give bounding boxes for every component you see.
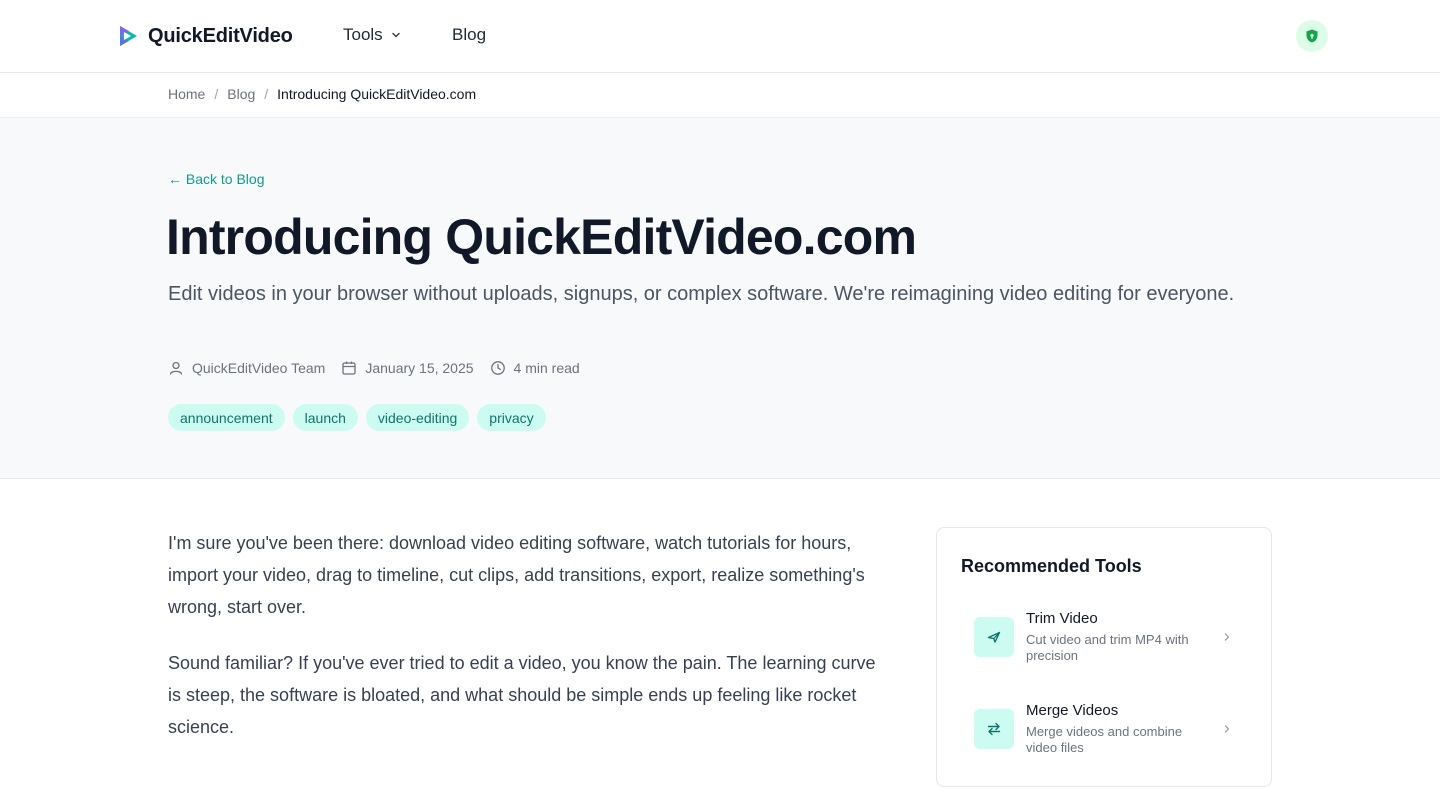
- tool-text: Merge Videos Merge videos and combine vi…: [1026, 701, 1216, 756]
- scissors-icon: [987, 631, 1001, 643]
- tool-description: Merge videos and combine video files: [1026, 724, 1183, 755]
- tool-description: Cut video and trim MP4 with precision: [1026, 632, 1189, 663]
- breadcrumb-current: Introducing QuickEditVideo.com: [277, 86, 477, 102]
- nav-blog-link[interactable]: Blog: [452, 25, 486, 45]
- nav-tools-menu[interactable]: Tools: [343, 25, 403, 45]
- tag-video-editing[interactable]: video-editing: [365, 404, 470, 431]
- page-title: Introducing QuickEditVideo.com: [166, 209, 917, 265]
- tool-trim-video[interactable]: Trim Video Cut video and trim MP4 with p…: [961, 610, 1249, 697]
- tool-icon-box: [974, 709, 1014, 749]
- tag-launch[interactable]: launch: [292, 404, 358, 431]
- article-paragraph: I'm sure you've been there: download vid…: [168, 533, 865, 617]
- breadcrumb-blog[interactable]: Blog: [227, 86, 255, 102]
- nav-tools-label: Tools: [343, 25, 383, 44]
- breadcrumb-separator: /: [214, 86, 219, 102]
- article-paragraph: Sound familiar? If you've ever tried to …: [168, 653, 876, 737]
- back-to-blog-link[interactable]: ← Back to Blog: [168, 171, 265, 187]
- tag-privacy[interactable]: privacy: [477, 404, 546, 431]
- shield-icon: [1306, 29, 1318, 43]
- brand-logo[interactable]: QuickEditVideo: [116, 23, 293, 49]
- top-navbar: QuickEditVideo Tools Blog: [0, 0, 1440, 73]
- post-subtitle: Edit videos in your browser without uplo…: [168, 283, 1235, 305]
- tool-name: Merge Videos: [1026, 702, 1119, 719]
- privacy-shield-button[interactable]: [1296, 20, 1328, 52]
- post-meta: QuickEditVideo Team January 15, 2025 4 m…: [168, 360, 596, 376]
- post-read-time: 4 min read: [490, 360, 580, 376]
- merge-arrows-icon: [987, 722, 1001, 736]
- post-hero: ← Back to Blog Introducing QuickEditVide…: [0, 117, 1440, 479]
- brand-play-icon: [120, 26, 137, 46]
- breadcrumb-separator: /: [264, 86, 269, 102]
- brand-name: QuickEditVideo: [148, 24, 293, 47]
- breadcrumb-home[interactable]: Home: [168, 86, 205, 102]
- tag-list: announcement launch video-editing privac…: [168, 404, 546, 431]
- tool-name: Trim Video: [1026, 610, 1098, 627]
- recommended-tools-card: Recommended Tools Trim Video Cut video a…: [936, 527, 1272, 787]
- post-date: January 15, 2025: [341, 360, 474, 376]
- chevron-right-icon: [1224, 725, 1230, 733]
- tool-icon-box: [974, 617, 1014, 657]
- clock-icon: [490, 361, 505, 375]
- author-name: QuickEditVideo Team: [192, 360, 326, 376]
- post-author: QuickEditVideo Team: [168, 360, 325, 376]
- breadcrumb: Home / Blog / Introducing QuickEditVideo…: [168, 86, 476, 102]
- sidebar-title: Recommended Tools: [961, 556, 1142, 576]
- tag-announcement[interactable]: announcement: [168, 404, 285, 431]
- user-icon: [169, 361, 183, 375]
- calendar-icon: [342, 361, 356, 375]
- date-text: January 15, 2025: [365, 360, 474, 376]
- chevron-down-icon: [391, 32, 400, 38]
- chevron-right-icon: [1224, 633, 1230, 641]
- read-time-text: 4 min read: [513, 360, 580, 376]
- article-body: I'm sure you've been there: download vid…: [168, 527, 888, 767]
- tool-text: Trim Video Cut video and trim MP4 with p…: [1026, 609, 1216, 664]
- tool-merge-videos[interactable]: Merge Videos Merge videos and combine vi…: [961, 702, 1249, 789]
